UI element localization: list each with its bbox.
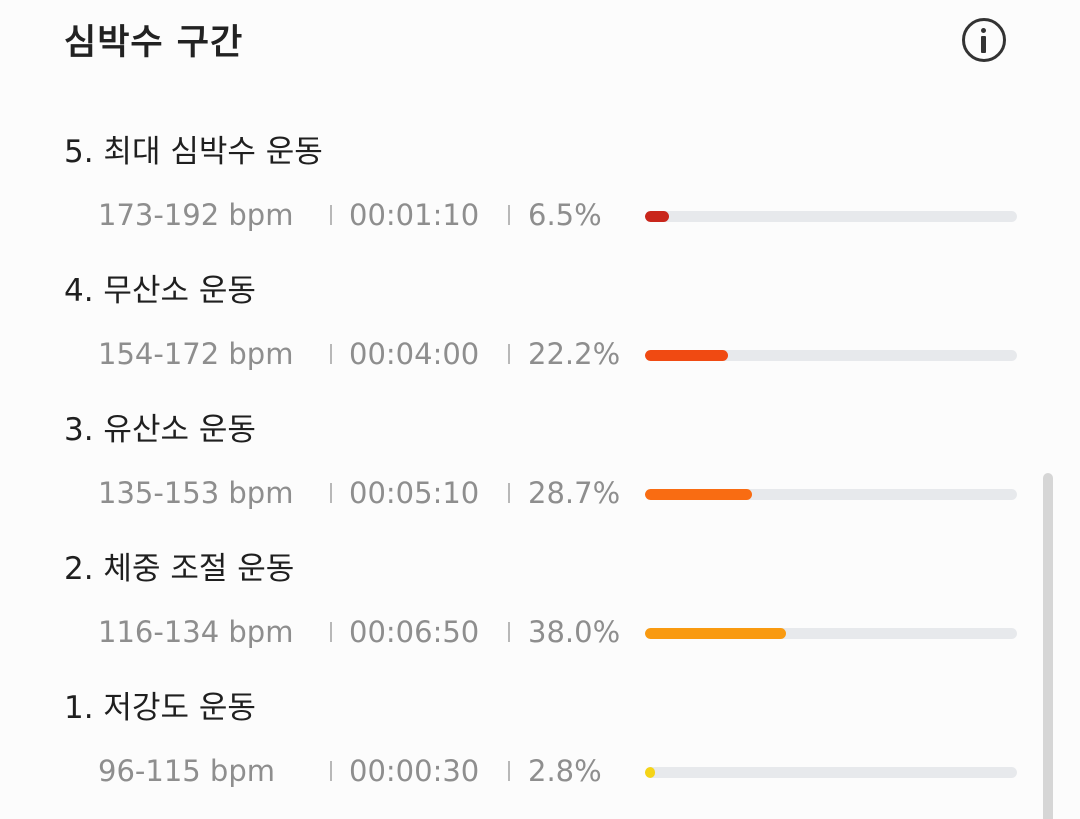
zone-duration: 00:00:30 [349, 754, 480, 788]
bpm-range: 135-153 bpm [98, 476, 294, 510]
divider [508, 483, 510, 503]
heart-rate-zones-card: 심박수 구간 5. 최대 심박수 운동 173-192 bpm 00:01:10… [0, 0, 1080, 819]
divider [508, 622, 510, 642]
zone-row: 2. 체중 조절 운동 116-134 bpm 00:06:50 38.0% [0, 549, 1080, 688]
divider [508, 344, 510, 364]
zone-duration: 00:06:50 [349, 615, 480, 649]
zone-name: 5. 최대 심박수 운동 [64, 134, 323, 170]
zone-percent: 2.8% [528, 754, 602, 788]
zone-name: 2. 체중 조절 운동 [64, 551, 295, 587]
zone-duration: 00:01:10 [349, 198, 480, 232]
scrollbar[interactable] [1043, 473, 1053, 819]
zone-duration: 00:05:10 [349, 476, 480, 510]
zone-progress-track [645, 211, 1017, 222]
bpm-range: 173-192 bpm [98, 198, 294, 232]
bpm-range: 96-115 bpm [98, 754, 276, 788]
divider [330, 483, 332, 503]
zone-progress-fill [645, 628, 787, 639]
divider [330, 761, 332, 781]
divider [508, 205, 510, 225]
zone-name: 3. 유산소 운동 [64, 412, 256, 448]
zone-progress-fill [645, 767, 656, 778]
zone-progress-track [645, 767, 1017, 778]
divider [508, 761, 510, 781]
bpm-range: 116-134 bpm [98, 615, 294, 649]
zone-row: 4. 무산소 운동 154-172 bpm 00:04:00 22.2% [0, 271, 1080, 410]
zone-progress-fill [645, 211, 670, 222]
zone-progress-fill [645, 350, 728, 361]
divider [330, 344, 332, 364]
bpm-range: 154-172 bpm [98, 337, 294, 371]
divider [330, 622, 332, 642]
zone-progress-fill [645, 489, 752, 500]
zone-progress-track [645, 350, 1017, 361]
zone-row: 1. 저강도 운동 96-115 bpm 00:00:30 2.8% [0, 688, 1080, 819]
zone-name: 1. 저강도 운동 [64, 690, 256, 726]
zone-progress-track [645, 628, 1017, 639]
zone-percent: 38.0% [528, 615, 621, 649]
zone-percent: 22.2% [528, 337, 621, 371]
zone-row: 5. 최대 심박수 운동 173-192 bpm 00:01:10 6.5% [0, 132, 1080, 271]
zone-row: 3. 유산소 운동 135-153 bpm 00:05:10 28.7% [0, 410, 1080, 549]
zone-list: 5. 최대 심박수 운동 173-192 bpm 00:01:10 6.5% 4… [0, 0, 1080, 819]
divider [330, 205, 332, 225]
zone-percent: 28.7% [528, 476, 621, 510]
zone-percent: 6.5% [528, 198, 602, 232]
zone-progress-track [645, 489, 1017, 500]
zone-duration: 00:04:00 [349, 337, 480, 371]
zone-name: 4. 무산소 운동 [64, 273, 256, 309]
